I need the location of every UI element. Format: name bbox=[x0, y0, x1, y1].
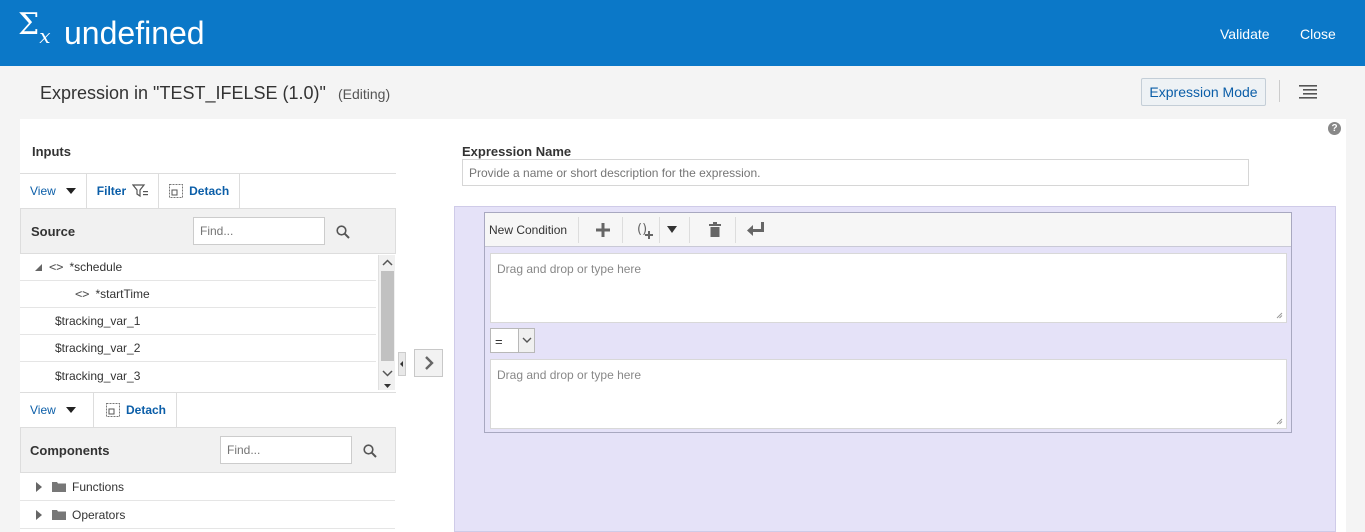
source-view-menu[interactable]: View bbox=[20, 173, 87, 209]
components-view-menu[interactable]: View bbox=[20, 392, 94, 428]
toolbar-divider bbox=[689, 217, 690, 243]
scroll-thumb[interactable] bbox=[381, 271, 394, 361]
expression-name-label: Expression Name bbox=[462, 144, 572, 159]
tree-item-label: *startTime bbox=[95, 287, 150, 301]
collapse-panel-handle[interactable] bbox=[398, 352, 406, 376]
tree-item-label: Functions bbox=[72, 479, 125, 494]
resize-down-icon[interactable] bbox=[379, 382, 396, 390]
element-icon: <> bbox=[49, 260, 64, 274]
tree-item-tracking-var-1[interactable]: $tracking_var_1 bbox=[20, 308, 376, 335]
close-button[interactable]: Close bbox=[1300, 26, 1336, 42]
new-condition-button[interactable]: New Condition bbox=[489, 223, 567, 237]
detach-label: Detach bbox=[189, 184, 230, 198]
chevron-down-icon bbox=[522, 337, 531, 343]
condition-box: New Condition () Drag and drop or type h… bbox=[484, 212, 1292, 433]
tree-item-tracking-var-3[interactable]: $tracking_var_3 bbox=[20, 362, 376, 389]
help-icon[interactable]: ? bbox=[1328, 122, 1341, 135]
components-panel-header: Components bbox=[20, 427, 396, 473]
add-group-icon[interactable]: () bbox=[637, 221, 655, 239]
view-label: View bbox=[30, 184, 56, 198]
tree-item-starttime[interactable]: <> *startTime bbox=[20, 281, 376, 308]
components-find-input[interactable] bbox=[220, 436, 352, 464]
detach-label: Detach bbox=[126, 403, 167, 417]
validate-button[interactable]: Validate bbox=[1220, 26, 1270, 42]
tree-item-label: $tracking_var_1 bbox=[55, 314, 141, 328]
folder-icon bbox=[52, 482, 66, 492]
source-find-input[interactable] bbox=[193, 217, 325, 245]
tree-item-label: Operators bbox=[72, 507, 126, 522]
delete-icon[interactable] bbox=[709, 222, 721, 237]
components-label: Components bbox=[30, 443, 110, 458]
detach-icon bbox=[106, 403, 120, 417]
collapse-left-icon bbox=[400, 361, 403, 367]
operator-dropdown[interactable] bbox=[518, 329, 534, 352]
scroll-up-icon[interactable] bbox=[379, 257, 396, 269]
tree-item-label: $tracking_var_2 bbox=[55, 341, 141, 355]
resize-handle-icon[interactable] bbox=[1276, 418, 1283, 425]
expression-name-input[interactable] bbox=[462, 159, 1249, 186]
filter-button[interactable]: Filter bbox=[87, 173, 160, 209]
tree-item-label: *schedule bbox=[69, 260, 123, 274]
app-title: undefined bbox=[64, 15, 205, 51]
tree-item-label: $tracking_var_3 bbox=[55, 368, 141, 383]
condition-toolbar: New Condition () bbox=[485, 213, 1291, 247]
caret-down-icon bbox=[65, 407, 76, 413]
filter-label: Filter bbox=[96, 184, 127, 198]
source-toolbar: View Filter Detach bbox=[20, 173, 396, 209]
tree-item-tracking-var-2[interactable]: $tracking_var_2 bbox=[20, 335, 376, 362]
operator-value: = bbox=[495, 334, 503, 349]
chevron-right-icon bbox=[424, 356, 434, 370]
collapsed-triangle-icon[interactable] bbox=[35, 509, 43, 520]
source-detach-button[interactable]: Detach bbox=[159, 173, 241, 209]
left-operand-input[interactable]: Drag and drop or type here bbox=[490, 253, 1287, 323]
element-icon: <> bbox=[75, 287, 90, 301]
tree-item-operators[interactable]: Operators bbox=[20, 501, 395, 529]
sigma-icon: Σx bbox=[18, 7, 51, 49]
enter-icon[interactable] bbox=[747, 222, 765, 237]
right-operand-input[interactable]: Drag and drop or type here bbox=[490, 359, 1287, 429]
insert-button[interactable] bbox=[414, 349, 443, 377]
page-title: Expression in "TEST_IFELSE (1.0)" bbox=[40, 83, 326, 103]
add-icon[interactable] bbox=[596, 223, 610, 237]
view-label: View bbox=[30, 403, 56, 417]
folder-icon bbox=[52, 510, 66, 520]
search-icon[interactable] bbox=[363, 444, 377, 458]
components-toolbar: View Detach bbox=[20, 392, 396, 428]
expanded-triangle-icon[interactable] bbox=[33, 262, 43, 272]
toolbar-divider bbox=[659, 217, 660, 243]
search-icon[interactable] bbox=[336, 225, 350, 239]
operator-select[interactable]: = bbox=[490, 328, 535, 353]
source-scrollbar[interactable] bbox=[378, 255, 395, 390]
toolbar-divider bbox=[622, 217, 623, 243]
source-label: Source bbox=[31, 224, 76, 239]
scroll-down-icon[interactable] bbox=[379, 367, 396, 379]
resize-handle-icon[interactable] bbox=[1276, 312, 1283, 319]
detach-icon bbox=[169, 184, 184, 198]
caret-down-icon[interactable] bbox=[667, 226, 677, 234]
filter-icon bbox=[132, 184, 149, 198]
inputs-title: Inputs bbox=[32, 144, 71, 159]
drop-placeholder: Drag and drop or type here bbox=[497, 262, 642, 276]
source-panel-header: Source bbox=[20, 208, 396, 254]
caret-down-icon bbox=[65, 188, 76, 194]
tree-item-schedule[interactable]: <> *schedule bbox=[20, 254, 376, 281]
collapsed-triangle-icon[interactable] bbox=[35, 481, 43, 492]
editing-status: (Editing) bbox=[338, 86, 391, 102]
menu-icon[interactable] bbox=[1299, 85, 1317, 99]
components-detach-button[interactable]: Detach bbox=[94, 392, 178, 428]
app-header: Σx undefined Validate Close bbox=[0, 0, 1365, 66]
expression-mode-button[interactable]: Expression Mode bbox=[1141, 78, 1266, 106]
tree-item-functions[interactable]: Functions bbox=[20, 473, 395, 501]
toolbar-divider bbox=[735, 217, 736, 243]
header-divider bbox=[1279, 80, 1280, 102]
drop-placeholder: Drag and drop or type here bbox=[497, 368, 642, 382]
toolbar-divider bbox=[578, 217, 579, 243]
